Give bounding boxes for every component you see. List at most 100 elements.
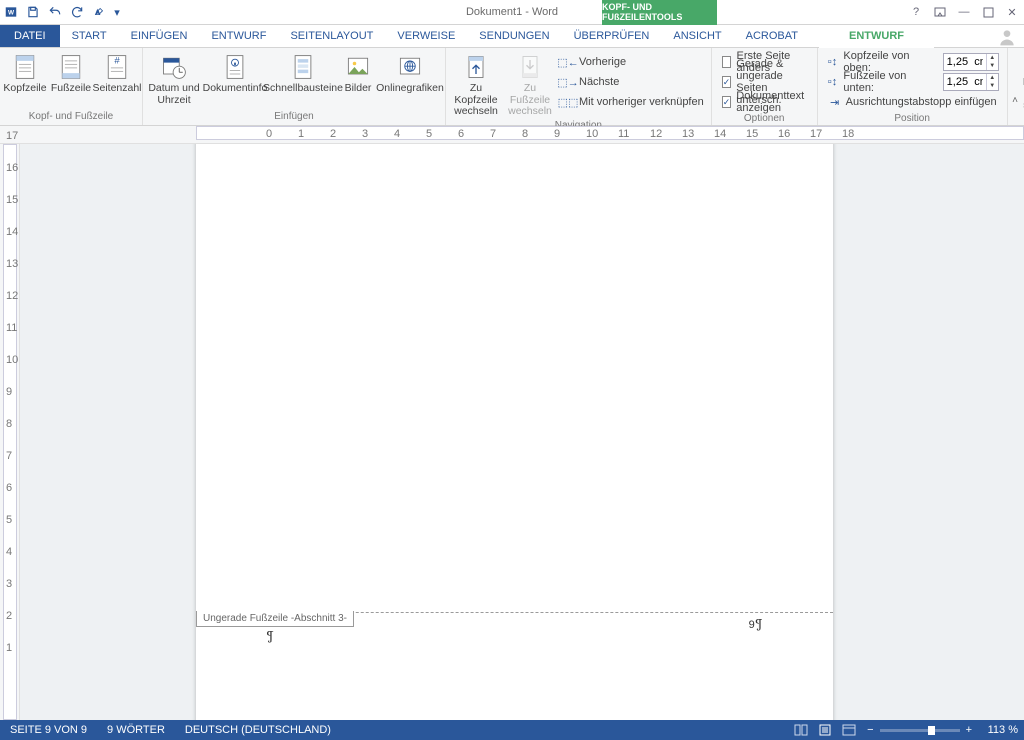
qat-customize-icon[interactable]: ▾ <box>110 0 124 25</box>
tab-einfuegen[interactable]: EINFÜGEN <box>119 25 200 47</box>
window-title: Dokument1 - Word <box>0 6 1024 18</box>
document-area: Ungerade Fußzeile -Abschnitt 3- ¶ 9¶ <box>20 144 1024 720</box>
ribbon-tabs: DATEI START EINFÜGEN ENTWURF SEITENLAYOU… <box>0 25 1024 48</box>
group-label: Kopf- und Fußzeile <box>3 109 139 125</box>
vorherige-button[interactable]: ⬚←Vorherige <box>557 53 708 71</box>
schnellbausteine-button[interactable]: Schnellbausteine <box>268 50 338 95</box>
seitenzahl-button[interactable]: # Seitenzahl <box>95 50 139 95</box>
group-label: Optionen <box>718 111 811 127</box>
date-time-icon <box>159 53 189 81</box>
zoom-in-icon[interactable]: + <box>966 724 972 736</box>
vertical-ruler[interactable]: 1716151413121110987654321 <box>0 144 20 720</box>
tab-acrobat[interactable]: ACROBAT <box>734 25 810 47</box>
save-icon[interactable] <box>22 0 44 25</box>
label: Zu Fußzeile wechseln <box>505 83 555 118</box>
group-position: ▫↕ Kopfzeile von oben: ▲▼ ▫↕ Fußzeile vo… <box>818 48 1008 125</box>
spin-down-icon[interactable]: ▼ <box>987 82 998 90</box>
ribbon-display-icon[interactable] <box>928 0 952 25</box>
dokumentinfo-button[interactable]: Dokumentinfo <box>204 50 266 95</box>
group-label: Position <box>824 111 1001 127</box>
alignment-tab-icon: ⇥ <box>828 95 842 109</box>
tab-entwurf[interactable]: ENTWURF <box>199 25 278 47</box>
label: Kopfzeile <box>3 83 46 95</box>
header-icon <box>10 53 40 81</box>
dokumenttext-checkbox[interactable]: Dokumenttext anzeigen <box>718 93 811 111</box>
page-number-value: 9¶ <box>749 615 763 632</box>
spin-down-icon[interactable]: ▼ <box>987 62 998 70</box>
header-from-top-input[interactable] <box>944 54 986 70</box>
minimize-icon[interactable]: — <box>952 0 976 25</box>
word-app-icon[interactable]: W <box>0 0 22 25</box>
read-mode-icon[interactable] <box>789 720 813 740</box>
naechste-button[interactable]: ⬚→Nächste <box>557 73 708 91</box>
label: Bilder <box>345 83 372 95</box>
link-previous-icon: ⬚⬚ <box>561 95 575 109</box>
quick-access-toolbar: W A ▾ <box>0 0 124 24</box>
page[interactable]: Ungerade Fußzeile -Abschnitt 3- ¶ 9¶ <box>196 144 833 720</box>
label: Dokumentinfo <box>203 83 268 95</box>
gerade-ungerade-checkbox[interactable]: Gerade & ungerade Seiten untersch. <box>718 73 811 91</box>
zoom-level[interactable]: 113 % <box>978 724 1018 736</box>
zoom-slider[interactable] <box>880 729 960 732</box>
tab-ansicht[interactable]: ANSICHT <box>661 25 733 47</box>
tabstopp-button[interactable]: ⇥Ausrichtungstabstopp einfügen <box>824 93 1001 111</box>
status-language[interactable]: DEUTSCH (DEUTSCHLAND) <box>175 724 341 736</box>
ribbon: Kopfzeile Fußzeile # Seitenzahl Kopf- un… <box>0 48 1024 126</box>
group-navigation: Zu Kopfzeile wechseln Zu Fußzeile wechse… <box>446 48 712 125</box>
zoom-control: − + 113 % <box>861 724 1024 736</box>
maximize-icon[interactable] <box>976 0 1000 25</box>
collapse-ribbon-icon[interactable]: ˄ <box>1012 95 1018 106</box>
kopfzeile-button[interactable]: Kopfzeile <box>3 50 47 95</box>
svg-text:#: # <box>114 56 120 67</box>
label: Datum und Uhrzeit <box>148 83 199 106</box>
redo-icon[interactable] <box>66 0 88 25</box>
account-icon[interactable] <box>990 25 1024 48</box>
group-kopf-fusszeile: Kopfzeile Fußzeile # Seitenzahl Kopf- un… <box>0 48 143 125</box>
spin-up-icon[interactable]: ▲ <box>987 54 998 62</box>
tab-file[interactable]: DATEI <box>0 25 60 47</box>
zu-fusszeile-button: Zu Fußzeile wechseln <box>505 50 555 118</box>
style-icon[interactable]: A <box>88 0 110 25</box>
title-bar: W A ▾ Dokument1 - Word KOPF- UND FUßZEIL… <box>0 0 1024 25</box>
horizontal-ruler[interactable]: 0123456789101112131415161718 <box>0 126 1024 144</box>
pictures-icon <box>343 53 373 81</box>
zu-kopfzeile-button[interactable]: Zu Kopfzeile wechseln <box>449 50 503 118</box>
previous-icon: ⬚← <box>561 55 575 69</box>
undo-icon[interactable] <box>44 0 66 25</box>
goto-footer-icon <box>515 53 545 81</box>
label: Fußzeile <box>51 83 91 95</box>
status-page[interactable]: SEITE 9 VON 9 <box>0 724 97 736</box>
footer-from-bottom-spinner[interactable]: ▲▼ <box>943 73 999 91</box>
help-icon[interactable]: ? <box>904 0 928 25</box>
footer-region[interactable]: Ungerade Fußzeile -Abschnitt 3- ¶ 9¶ <box>196 612 833 673</box>
web-layout-icon[interactable] <box>837 720 861 740</box>
close-icon[interactable]: ✕ <box>1000 0 1024 25</box>
bilder-button[interactable]: Bilder <box>340 50 376 95</box>
verknuepfen-button[interactable]: ⬚⬚Mit vorheriger verknüpfen <box>557 93 708 111</box>
svg-text:W: W <box>8 9 15 16</box>
next-icon: ⬚→ <box>561 75 575 89</box>
quick-parts-icon <box>288 53 318 81</box>
tab-start[interactable]: START <box>60 25 119 47</box>
tab-verweise[interactable]: VERWEISE <box>385 25 467 47</box>
label: Schnellbausteine <box>263 83 343 95</box>
tab-sendungen[interactable]: SENDUNGEN <box>467 25 561 47</box>
online-pictures-icon <box>395 53 425 81</box>
group-label: Einfügen <box>146 109 442 125</box>
fusszeile-button[interactable]: Fußzeile <box>49 50 93 95</box>
footer-from-bottom-icon: ▫↕ <box>826 75 840 89</box>
onlinegrafiken-button[interactable]: Onlinegrafiken <box>378 50 442 95</box>
header-from-top-spinner[interactable]: ▲▼ <box>943 53 999 71</box>
label: Seitenzahl <box>92 83 141 95</box>
status-bar: SEITE 9 VON 9 9 WÖRTER DEUTSCH (DEUTSCHL… <box>0 720 1024 740</box>
print-layout-icon[interactable] <box>813 720 837 740</box>
footer-from-bottom-input[interactable] <box>944 74 986 90</box>
datum-button[interactable]: Datum und Uhrzeit <box>146 50 202 106</box>
tab-ctx-entwurf[interactable]: ENTWURF <box>819 25 934 47</box>
spin-up-icon[interactable]: ▲ <box>987 74 998 82</box>
zoom-out-icon[interactable]: − <box>867 724 873 736</box>
tab-ueberpruefen[interactable]: ÜBERPRÜFEN <box>562 25 662 47</box>
status-words[interactable]: 9 WÖRTER <box>97 724 175 736</box>
tab-seitenlayout[interactable]: SEITENLAYOUT <box>278 25 385 47</box>
label: Onlinegrafiken <box>376 83 444 95</box>
